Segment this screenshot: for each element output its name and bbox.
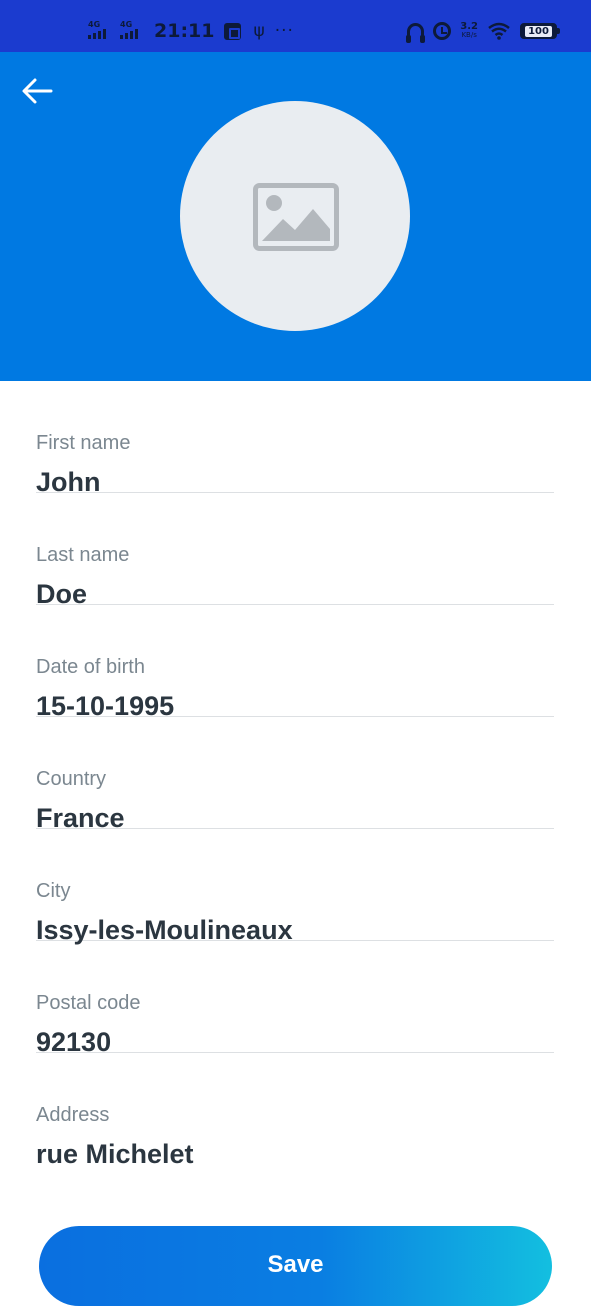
signal-4g-icon: 4G bbox=[88, 20, 114, 42]
profile-form: First name John Last name Doe Date of bi… bbox=[36, 381, 554, 1169]
status-right: 3.2 KB/s 100 bbox=[406, 16, 560, 46]
status-time: 21:11 bbox=[154, 20, 215, 42]
app-notification-icon bbox=[224, 22, 242, 40]
last-name-label: Last name bbox=[36, 544, 130, 566]
postal-code-label: Postal code bbox=[36, 992, 141, 1014]
signal-4g-icon-2: 4G bbox=[120, 20, 146, 42]
alarm-icon bbox=[433, 22, 452, 40]
country-label: Country bbox=[36, 768, 107, 790]
last-name-field[interactable]: Last name Doe bbox=[36, 493, 554, 609]
date-of-birth-field[interactable]: Date of birth 15-10-1995 bbox=[36, 605, 554, 721]
first-name-label: First name bbox=[36, 432, 131, 454]
country-field[interactable]: Country France bbox=[36, 717, 554, 833]
wifi-icon bbox=[488, 22, 510, 40]
postal-code-field[interactable]: Postal code 92130 bbox=[36, 941, 554, 1057]
city-field[interactable]: City Issy-les-Moulineaux bbox=[36, 829, 554, 945]
network-speed: 3.2 KB/s bbox=[460, 22, 478, 40]
avatar-picker[interactable] bbox=[180, 101, 410, 331]
battery-icon: 100 bbox=[520, 23, 560, 39]
network-type-1: 4G bbox=[88, 20, 101, 29]
speed-unit: KB/s bbox=[461, 31, 477, 39]
first-name-field[interactable]: First name John bbox=[36, 381, 554, 497]
headset-icon bbox=[406, 23, 426, 43]
more-notifications-icon: ··· bbox=[274, 21, 294, 41]
address-value[interactable]: rue Michelet bbox=[36, 1139, 194, 1170]
date-of-birth-label: Date of birth bbox=[36, 656, 145, 678]
network-type-2: 4G bbox=[120, 20, 133, 29]
status-left: 4G 4G 21:11 ψ ··· bbox=[88, 16, 294, 46]
profile-header bbox=[0, 52, 591, 381]
back-button[interactable] bbox=[20, 76, 56, 106]
status-bar: 4G 4G 21:11 ψ ··· 3.2 KB/s 100 bbox=[0, 0, 591, 52]
address-field[interactable]: Address rue Michelet bbox=[36, 1053, 554, 1169]
address-label: Address bbox=[36, 1104, 110, 1126]
save-button[interactable]: Save bbox=[39, 1226, 552, 1306]
image-placeholder-icon bbox=[253, 183, 339, 251]
arrow-left-icon bbox=[22, 78, 53, 104]
battery-level: 100 bbox=[525, 25, 552, 37]
city-label: City bbox=[36, 880, 71, 902]
speed-value: 3.2 bbox=[460, 21, 478, 32]
usb-icon: ψ bbox=[253, 21, 265, 41]
